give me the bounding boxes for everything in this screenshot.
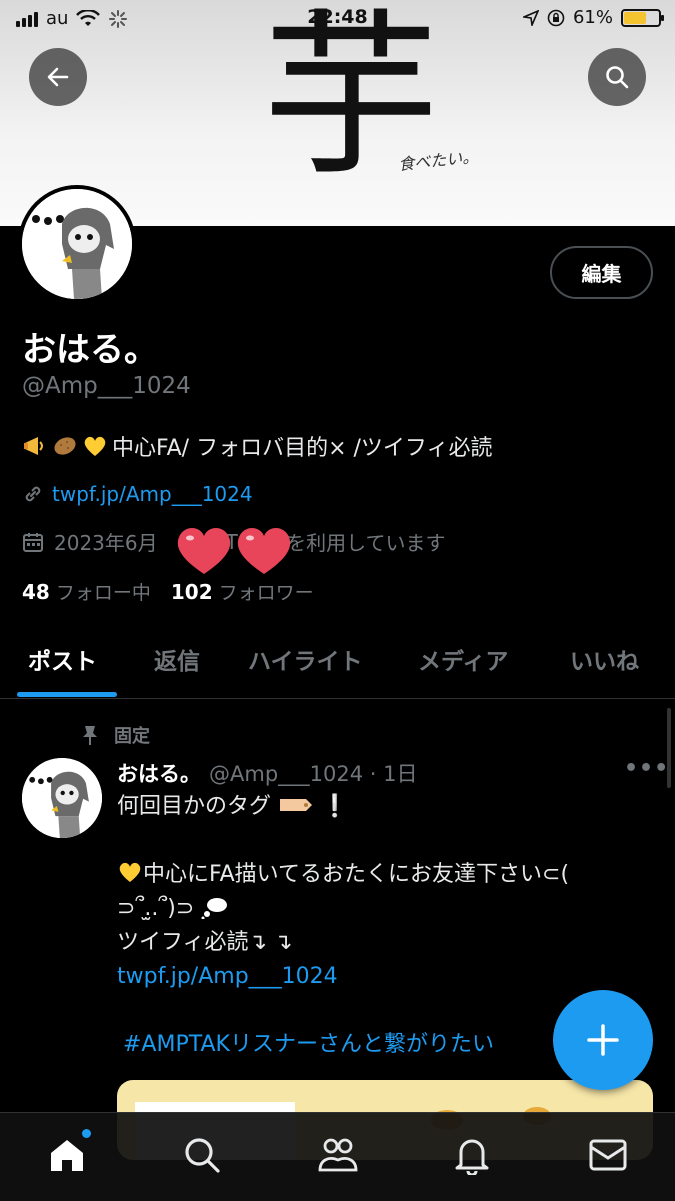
post-author-avatar[interactable]: [22, 758, 102, 838]
bio-text: 中心FA/ フォロバ目的× /ツイフィ必読: [112, 436, 493, 461]
plus-icon: [587, 1024, 619, 1056]
megaphone-icon: [24, 437, 43, 455]
search-icon: [606, 66, 629, 89]
following-count[interactable]: 48: [22, 580, 50, 604]
bottom-navigation: [0, 1112, 675, 1201]
orientation-lock-icon: [547, 9, 565, 26]
post-line: 何回目かのタグ ❕: [117, 794, 349, 819]
profile-bio: 中心FA/ フォロバ目的× /ツイフィ必読: [22, 430, 493, 462]
home-icon: [51, 1140, 83, 1171]
tab-media[interactable]: メディア: [418, 642, 508, 676]
search-button[interactable]: [588, 48, 646, 106]
battery-icon: [621, 8, 664, 27]
yellow-heart-icon: [84, 436, 106, 456]
potato-icon: [54, 437, 76, 455]
communities-icon: [318, 1138, 358, 1172]
pinned-indicator: 固定: [80, 722, 150, 748]
pin-icon: [83, 726, 97, 745]
yellow-heart-icon: [119, 862, 141, 882]
bell-icon: [455, 1139, 489, 1175]
follow-stats: 48 フォロー中 102 フォロワー: [22, 578, 314, 605]
avatar-illustration: [22, 758, 102, 838]
label-tag-icon: [280, 799, 313, 811]
post-line: 中心にFA描いてるおたくにお友達下さい⊂(: [117, 858, 657, 892]
avatar-illustration: [22, 189, 132, 299]
followers-label[interactable]: フォロワー: [219, 578, 314, 605]
exclamation-icon: ❕: [321, 794, 349, 819]
active-tab-indicator: [17, 692, 117, 697]
tab-likes[interactable]: いいね: [570, 642, 639, 676]
post-author-meta: @Amp___1024 · 1日: [209, 762, 418, 786]
thought-bubble-icon: [201, 898, 228, 920]
search-icon: [185, 1138, 220, 1173]
post-line: ⊃՞.̫.՞)⊃: [117, 892, 657, 926]
nav-search[interactable]: [180, 1133, 224, 1177]
nav-notifications[interactable]: [450, 1133, 494, 1177]
tab-posts[interactable]: ポスト: [28, 642, 97, 676]
profile-handle: @Amp___1024: [22, 373, 191, 399]
post-link[interactable]: twpf.jp/Amp___1024: [117, 960, 657, 994]
followers-count[interactable]: 102: [171, 580, 213, 604]
post-line: ツイフィ必読↴ ↴: [117, 930, 293, 955]
nav-communities[interactable]: [316, 1133, 360, 1177]
post-line: [117, 824, 657, 858]
post-header: おはる。 @Amp___1024 · 1日: [117, 758, 417, 788]
nav-home[interactable]: [45, 1129, 91, 1177]
profile-tabs: ポスト 返信 ハイライト メディア いいね: [0, 626, 675, 699]
website-link[interactable]: twpf.jp/Amp___1024: [52, 482, 253, 506]
arrow-left-icon: [47, 67, 69, 87]
back-button[interactable]: [29, 48, 87, 106]
joined-prefix: 2023年6月: [54, 531, 158, 555]
nav-messages[interactable]: [586, 1133, 630, 1177]
battery-percent: 61%: [572, 7, 613, 28]
profile-avatar[interactable]: [18, 185, 136, 303]
link-icon: [25, 486, 41, 502]
tab-replies[interactable]: 返信: [154, 642, 200, 676]
calendar-icon: [23, 532, 43, 552]
compose-post-button[interactable]: [553, 990, 653, 1090]
pinned-label: 固定: [114, 726, 150, 747]
post-more-icon[interactable]: •••: [624, 756, 669, 781]
mail-icon: [589, 1139, 627, 1171]
profile-name: おはる。: [22, 330, 158, 370]
home-unread-dot: [82, 1129, 91, 1138]
profile-website[interactable]: twpf.jp/Amp___1024: [22, 482, 253, 506]
status-bar: au 22:48 61%: [0, 0, 675, 36]
following-label[interactable]: フォロー中: [56, 578, 151, 605]
heart-stickers-icon: [177, 527, 291, 574]
location-icon: [522, 9, 539, 26]
joined-suffix: rを利用しています: [277, 531, 446, 555]
edit-profile-button[interactable]: 編集: [550, 246, 653, 299]
tab-highlights[interactable]: ハイライト: [248, 642, 363, 676]
post-author-name[interactable]: おはる。: [117, 758, 201, 788]
